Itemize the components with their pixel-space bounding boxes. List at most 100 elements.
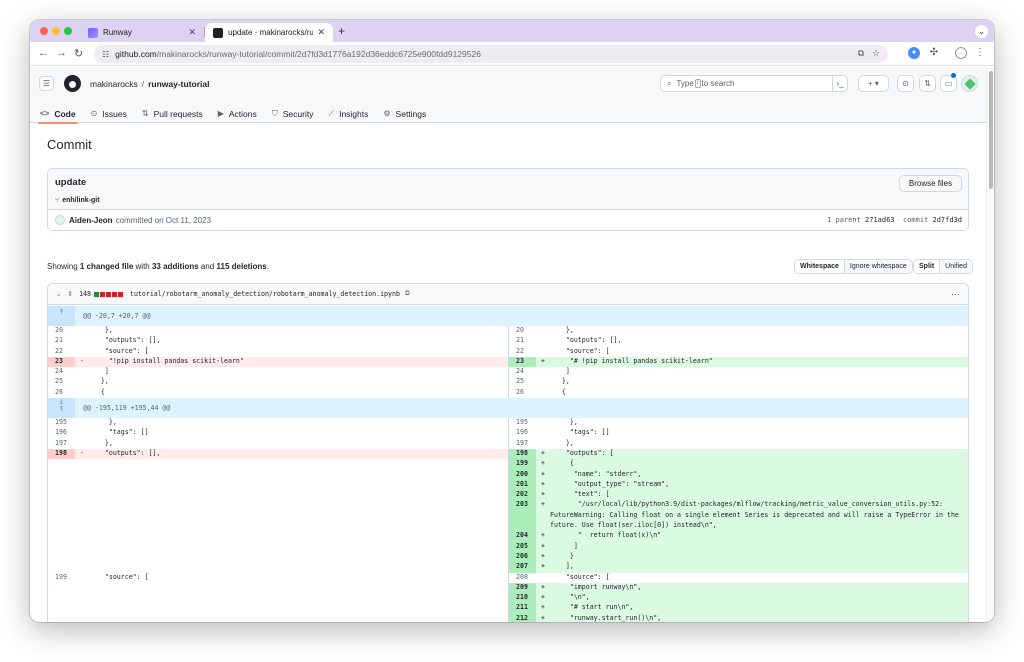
file-path-link[interactable]: tutorial/robotarm_anomaly_detection/robo…: [130, 290, 400, 298]
line-number[interactable]: 23: [509, 356, 536, 368]
pull-requests-icon[interactable]: ⇅: [919, 75, 936, 92]
line-number[interactable]: 211: [509, 603, 536, 614]
tab-actions[interactable]: ▶ Actions: [218, 104, 257, 123]
line-number[interactable]: 24: [48, 367, 75, 377]
scrollbar-thumb[interactable]: [989, 71, 993, 189]
tab-pull-requests[interactable]: ⇅ Pull requests: [142, 104, 203, 123]
line-number[interactable]: 24: [509, 367, 536, 377]
changed-files-count[interactable]: 1 changed file: [80, 262, 133, 271]
tab-github-commit[interactable]: update · makinarocks/runway ✕: [205, 23, 333, 42]
line-number[interactable]: 21: [509, 336, 536, 346]
line-number[interactable]: 203: [509, 500, 536, 511]
page-scrollbar[interactable]: [986, 67, 994, 622]
line-number[interactable]: 195: [48, 418, 75, 428]
author-link[interactable]: Aiden-Jeon: [69, 216, 113, 225]
ignore-whitespace-option[interactable]: Ignore whitespace: [844, 260, 912, 273]
line-number[interactable]: 205: [509, 541, 536, 552]
tab-insights[interactable]: ⟋ Insights: [328, 104, 368, 123]
unified-view-option[interactable]: Unified: [940, 260, 972, 273]
tab-code[interactable]: <> Code: [38, 104, 78, 124]
new-tab-button[interactable]: +: [338, 24, 345, 38]
collapse-chevron-icon[interactable]: ⌄: [56, 290, 62, 298]
line-number[interactable]: 23: [48, 356, 75, 368]
search-input[interactable]: ⌕ Type / to search ›_: [660, 75, 848, 92]
line-number[interactable]: 200: [509, 469, 536, 480]
command-palette-icon[interactable]: ›_: [832, 75, 847, 92]
line-number[interactable]: 210: [509, 593, 536, 604]
line-number[interactable]: 197: [48, 439, 75, 449]
profile-icon[interactable]: ···: [955, 47, 967, 59]
line-number[interactable]: 212: [509, 613, 536, 622]
minimize-window-button[interactable]: [52, 27, 60, 35]
summary-text: and: [200, 262, 215, 271]
line-number[interactable]: 208: [509, 573, 536, 583]
expand-all-icon[interactable]: ⇕: [68, 290, 74, 298]
forward-arrow-icon[interactable]: →: [56, 47, 67, 59]
site-info-icon[interactable]: ☷: [102, 50, 109, 59]
line-number[interactable]: 20: [509, 326, 536, 336]
diff-marker: [536, 573, 550, 583]
line-number[interactable]: 26: [48, 388, 75, 398]
maximize-window-button[interactable]: [64, 27, 72, 35]
menu-hamburger-icon[interactable]: ☰: [39, 76, 54, 91]
address-bar[interactable]: ☷ github.com/makinarocks/runway-tutorial…: [94, 45, 888, 63]
author-avatar[interactable]: [55, 215, 65, 225]
line-number[interactable]: 201: [509, 479, 536, 491]
avatar[interactable]: [961, 75, 978, 92]
reload-icon[interactable]: ↻: [74, 47, 83, 60]
expand-hunk-icon[interactable]: ⤒: [48, 306, 75, 326]
line-number[interactable]: 199: [48, 573, 75, 583]
copilot-icon[interactable]: ⊙: [897, 75, 914, 92]
browse-files-button[interactable]: Browse files: [898, 175, 962, 192]
tab-settings[interactable]: ⚙ Settings: [383, 104, 426, 123]
line-number[interactable]: 196: [48, 428, 75, 438]
line-number[interactable]: 199: [509, 459, 536, 470]
tab-runway[interactable]: Runway ✕: [80, 23, 204, 42]
line-number[interactable]: 202: [509, 490, 536, 501]
split-view-option[interactable]: Split: [914, 260, 941, 273]
extension-icon[interactable]: ●: [908, 47, 920, 59]
tab-security[interactable]: ⛉ Security: [272, 104, 314, 123]
line-number[interactable]: 195: [509, 418, 536, 428]
github-logo-icon[interactable]: [64, 75, 81, 92]
close-window-button[interactable]: [40, 27, 48, 35]
copy-path-icon[interactable]: ⧉: [405, 290, 410, 298]
line-number[interactable]: 206: [509, 551, 536, 563]
line-number[interactable]: 197: [509, 439, 536, 449]
bookmark-star-icon[interactable]: ☆: [872, 48, 880, 59]
parent-sha-link[interactable]: 271ad63: [865, 216, 895, 224]
install-app-icon[interactable]: ⧉: [858, 48, 864, 59]
tab-issues[interactable]: ⊙ Issues: [91, 104, 127, 123]
line-number[interactable]: 26: [509, 388, 536, 398]
code-line: "tags": []: [550, 428, 610, 437]
create-new-button[interactable]: + ▾: [858, 75, 889, 92]
whitespace-option[interactable]: Whitespace: [795, 260, 845, 273]
back-arrow-icon[interactable]: ←: [38, 47, 49, 59]
tab-search-icon[interactable]: ⌄: [975, 25, 988, 38]
owner-link[interactable]: makinarocks: [90, 79, 138, 89]
diff-left-side: 199 "source": [: [48, 573, 508, 583]
line-number[interactable]: 198: [509, 448, 536, 460]
line-number[interactable]: 196: [509, 428, 536, 438]
puzzle-extensions-icon[interactable]: ✣: [928, 47, 940, 59]
branch-label[interactable]: ⑂ enh/link-git: [55, 197, 100, 204]
line-number[interactable]: [509, 510, 536, 522]
line-number[interactable]: 25: [509, 377, 536, 387]
line-number[interactable]: 25: [48, 377, 75, 387]
repo-link[interactable]: runway-tutorial: [148, 79, 209, 89]
line-number[interactable]: 204: [509, 531, 536, 542]
line-number[interactable]: [509, 521, 536, 532]
line-number[interactable]: 20: [48, 326, 75, 336]
close-tab-icon[interactable]: ✕: [188, 27, 196, 38]
line-number[interactable]: 198: [48, 448, 75, 460]
file-options-icon[interactable]: ···: [951, 289, 960, 299]
diff-right-side: 199 + {: [508, 459, 968, 470]
line-number[interactable]: 22: [48, 347, 75, 357]
line-number[interactable]: 209: [509, 582, 536, 594]
expand-hunk-icon[interactable]: ⤓ ⤒: [48, 398, 75, 419]
line-number[interactable]: 22: [509, 347, 536, 357]
line-number[interactable]: 21: [48, 336, 75, 346]
kebab-menu-icon[interactable]: ⋮: [974, 47, 986, 59]
line-number[interactable]: 207: [509, 562, 536, 573]
close-tab-icon[interactable]: ✕: [317, 27, 325, 38]
